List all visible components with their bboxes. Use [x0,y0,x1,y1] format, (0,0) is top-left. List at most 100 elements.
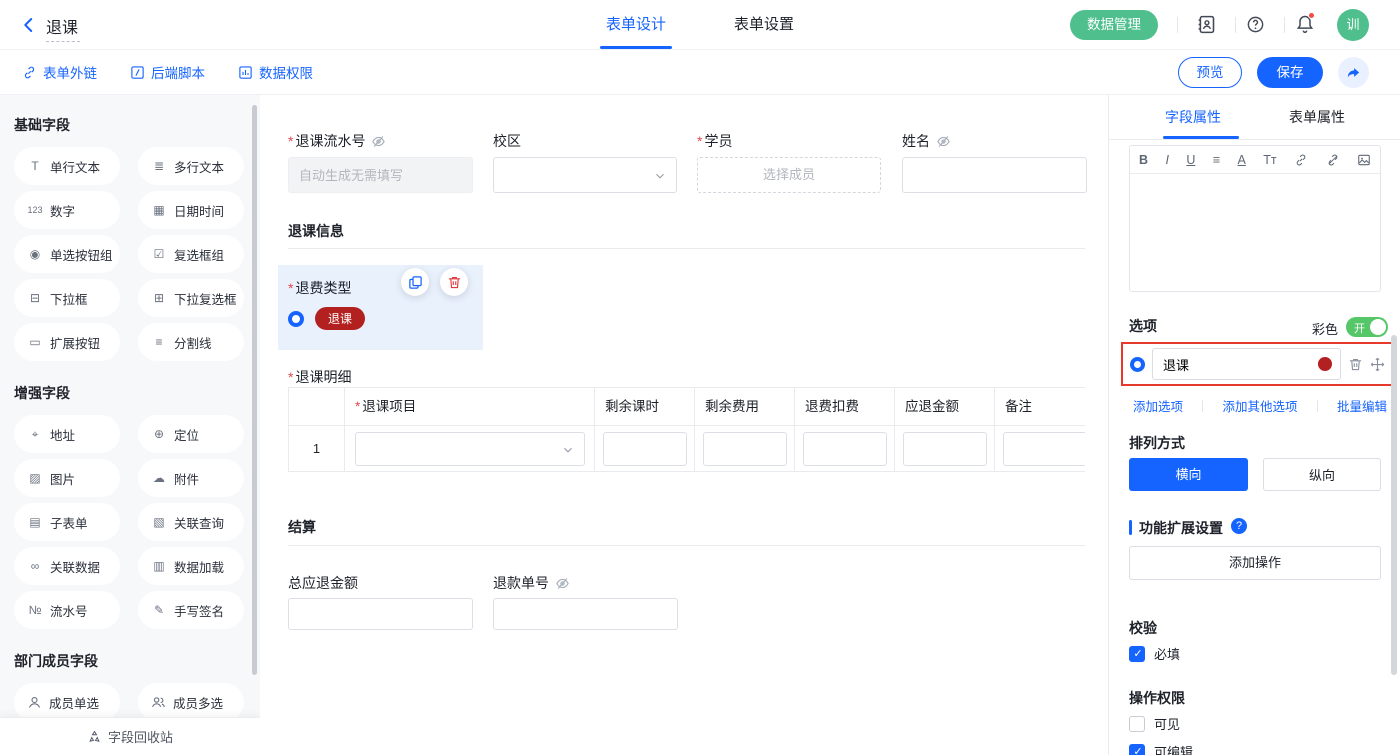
field-label-total-refund: 总应退金额 [288,573,358,593]
option-color-dot[interactable] [1318,357,1332,371]
bold-icon[interactable]: B [1139,153,1148,167]
save-button[interactable]: 保存 [1257,57,1323,88]
color-toggle[interactable]: 开 [1346,317,1388,337]
field-type-member-single[interactable]: 成员单选 [14,683,120,721]
multi-line-text-icon: ≣ [151,159,167,173]
properties-panel: 字段属性 表单属性 B I U ≡ A Tт 选项 彩色 开 [1108,95,1400,755]
index-header-cell [288,388,345,425]
name-input[interactable] [902,157,1087,193]
section-title-member-fields: 部门成员字段 [14,651,250,671]
refund-order-input[interactable] [493,598,678,630]
option-tag[interactable]: 退课 [315,307,365,330]
external-link-button[interactable]: 表单外链 [22,50,97,94]
preview-button[interactable]: 预览 [1178,57,1242,88]
copy-field-button[interactable] [401,268,429,296]
field-type-subform[interactable]: ▤子表单 [14,503,120,541]
radio-icon: ◉ [27,247,43,261]
section-divider [288,545,1085,546]
arrange-horizontal-button[interactable]: 横向 [1129,458,1248,491]
richtext-body[interactable] [1130,174,1380,291]
radio-selected[interactable] [288,311,304,327]
remaining-fee-input[interactable] [703,432,787,466]
backend-script-button[interactable]: 后端脚本 [130,50,205,94]
field-type-number[interactable]: 123数字 [14,191,120,229]
field-type-linked-query[interactable]: ▧关联查询 [138,503,244,541]
field-type-multi-line-text[interactable]: ≣多行文本 [138,147,244,185]
batch-edit-link[interactable]: 批量编辑 [1337,396,1387,415]
data-manage-button[interactable]: 数据管理 [1070,10,1158,40]
extension-section-title: 功能扩展设置 [1139,518,1223,538]
field-type-checkbox-group[interactable]: ☑复选框组 [138,235,244,273]
course-item-select[interactable] [355,432,585,466]
back-icon[interactable] [20,16,38,34]
tab-form-design[interactable]: 表单设计 [600,0,672,49]
contacts-book-icon[interactable] [1196,14,1217,35]
field-type-signature[interactable]: ✎手写签名 [138,591,244,629]
move-option-icon[interactable] [1370,357,1385,372]
italic-icon[interactable]: I [1165,153,1168,167]
font-color-icon[interactable]: A [1238,153,1246,167]
insert-link-icon[interactable] [1294,153,1308,167]
field-type-location[interactable]: ⊕定位 [138,415,244,453]
selected-field-refund-type[interactable]: 退费类型 退课 [278,265,483,350]
sidebar-scrollbar[interactable] [252,105,257,675]
field-type-linked-data[interactable]: ∞关联数据 [14,547,120,585]
divider [1109,139,1400,140]
field-type-data-load[interactable]: ▥数据加载 [138,547,244,585]
member-picker[interactable]: 选择成员 [697,157,881,193]
help-icon[interactable] [1246,15,1265,34]
serial-number-input[interactable] [288,157,473,193]
campus-select[interactable] [493,157,677,193]
font-size-icon[interactable]: Tт [1263,153,1276,167]
deduction-input[interactable] [803,432,887,466]
option-radio[interactable] [1130,357,1145,372]
delete-field-button[interactable] [440,268,468,296]
insert-image-icon[interactable] [1357,153,1371,167]
underline-icon[interactable]: U [1186,153,1195,167]
tab-form-settings[interactable]: 表单设置 [728,0,800,49]
field-type-radio-group[interactable]: ◉单选按钮组 [14,235,120,273]
field-type-dropdown[interactable]: ⊟下拉框 [14,279,120,317]
field-type-single-line-text[interactable]: T单行文本 [14,147,120,185]
chain-link-icon [22,65,37,80]
remark-input[interactable] [1003,432,1085,466]
data-permission-label: 数据权限 [259,62,313,82]
arrange-vertical-button[interactable]: 纵向 [1263,458,1381,491]
tab-form-properties[interactable]: 表单属性 [1273,95,1361,139]
field-type-serial-number[interactable]: №流水号 [14,591,120,629]
field-type-multi-dropdown[interactable]: ⊞下拉复选框 [138,279,244,317]
remove-link-icon[interactable] [1326,153,1340,167]
data-permission-button[interactable]: 数据权限 [238,50,313,94]
field-type-datetime[interactable]: ▦日期时间 [138,191,244,229]
field-type-address[interactable]: ⌖地址 [14,415,120,453]
editable-checkbox[interactable] [1129,744,1145,755]
user-avatar[interactable]: 训 [1337,9,1369,41]
share-button[interactable] [1338,57,1369,88]
add-action-button[interactable]: 添加操作 [1129,546,1381,580]
remaining-hours-input[interactable] [603,432,687,466]
field-recycle-bin[interactable]: 字段回收站 [0,717,260,755]
extension-help-icon[interactable] [1231,518,1247,534]
field-type-extend-button[interactable]: ▭扩展按钮 [14,323,120,361]
total-refund-input[interactable] [288,598,473,630]
cell [995,426,1085,471]
field-type-image[interactable]: ▨图片 [14,459,120,497]
hidden-eye-icon [555,576,570,591]
panel-scrollbar[interactable] [1391,335,1397,675]
required-checkbox[interactable] [1129,646,1145,662]
refund-amount-input[interactable] [903,432,987,466]
option-value-input[interactable] [1152,348,1341,380]
add-other-option-link[interactable]: 添加其他选项 [1222,396,1297,415]
field-type-member-multi[interactable]: 成员多选 [138,683,244,721]
header-cell: 退课项目 [345,388,595,425]
field-type-attachment[interactable]: ☁附件 [138,459,244,497]
delete-option-icon[interactable] [1348,357,1363,372]
tab-field-properties[interactable]: 字段属性 [1149,95,1237,139]
visible-checkbox[interactable] [1129,716,1145,732]
section-accent-bar [1129,520,1132,535]
field-type-divider-line[interactable]: ≡分割线 [138,323,244,361]
add-option-link[interactable]: 添加选项 [1133,396,1183,415]
align-icon[interactable]: ≡ [1213,153,1220,167]
validation-section-title: 校验 [1129,618,1157,638]
linked-query-icon: ▧ [151,515,167,529]
